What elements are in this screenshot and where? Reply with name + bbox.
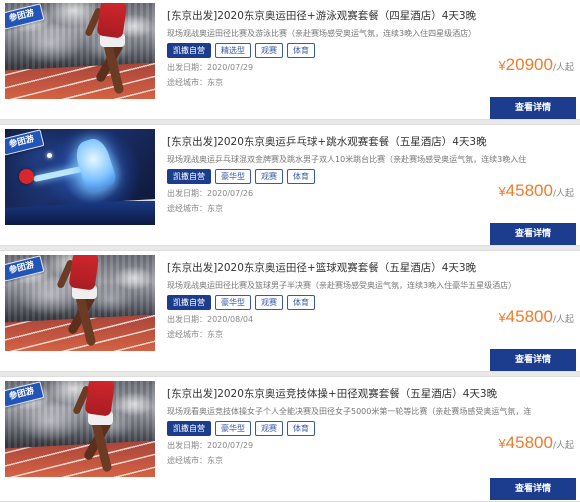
route-cities-label: 途经城市：	[167, 456, 207, 465]
package-list: 参团游 [东京出发]2020东京奥运田径+游泳观赛套餐（四星酒店）4天3晚 现场…	[0, 0, 580, 502]
price-unit: /人起	[552, 315, 574, 325]
currency-symbol: ¥	[498, 436, 506, 451]
package-description: 现场观战奥运乒乓球混双金牌赛及跳水男子双人10米跳台比赛（亲赴赛场感受奥运气氛，…	[167, 155, 527, 164]
table-tennis-player	[72, 135, 118, 193]
package-tags: 凯撒自营 豪华型 观赛 体育	[167, 421, 315, 436]
route-cities-value: 东京	[207, 204, 223, 213]
departure-date: 出发日期：2020/07/26	[167, 189, 253, 199]
group-tour-badge: 参团游	[5, 129, 44, 156]
player-arm	[32, 165, 84, 183]
route-cities-label: 途经城市：	[167, 204, 207, 213]
currency-symbol: ¥	[498, 58, 506, 73]
package-tags: 凯撒自营 豪华型 观赛 体育	[167, 295, 315, 310]
price: ¥45800/人起	[498, 307, 574, 327]
ball	[47, 153, 52, 158]
departure-date-value: 2020/07/29	[207, 63, 254, 72]
package-thumbnail[interactable]: 参团游	[5, 3, 155, 99]
price-value: 45800	[505, 433, 553, 452]
route-cities-value: 东京	[207, 456, 223, 465]
tag-tier: 豪华型	[215, 421, 251, 436]
departure-date: 出发日期：2020/07/29	[167, 63, 253, 73]
view-details-button[interactable]: 查看详情	[490, 478, 576, 500]
route-cities-value: 东京	[207, 78, 223, 87]
tag-sports: 体育	[287, 43, 315, 58]
price: ¥45800/人起	[498, 433, 574, 453]
view-details-button[interactable]: 查看详情	[490, 97, 576, 119]
tag-self-operated: 凯撒自营	[167, 169, 211, 184]
tag-tier: 精选型	[215, 43, 251, 58]
tag-sports: 体育	[287, 421, 315, 436]
package-thumbnail[interactable]: 参团游	[5, 381, 155, 477]
tag-self-operated: 凯撒自营	[167, 421, 211, 436]
price-value: 20900	[505, 55, 553, 74]
departure-date: 出发日期：2020/08/04	[167, 315, 253, 325]
package-thumbnail[interactable]: 参团游	[5, 129, 155, 225]
package-description: 现场观战奥运田径比赛及篮球男子半决赛（亲赴赛场感受奥运气氛，连续3晚入住豪华五星…	[167, 281, 517, 290]
departure-date-label: 出发日期：	[167, 441, 207, 450]
athlete-torso	[84, 381, 116, 417]
price: ¥45800/人起	[498, 181, 574, 201]
package-title[interactable]: [东京出发]2020东京奥运田径+篮球观赛套餐（五星酒店）4天3晚	[167, 262, 476, 275]
athlete-torso	[68, 255, 100, 291]
group-tour-badge: 参团游	[5, 381, 44, 408]
package-title[interactable]: [东京出发]2020东京奥运竞技体操+田径观赛套餐（五星酒店）4天3晚	[167, 388, 497, 401]
tag-self-operated: 凯撒自营	[167, 295, 211, 310]
package-tags: 凯撒自营 精选型 观赛 体育	[167, 43, 315, 58]
package-description: 现场观战奥运田径比赛及游泳比赛（亲赴赛场感受奥运气氛，连续3晚入住四星级酒店）	[167, 29, 477, 38]
view-details-button[interactable]: 查看详情	[490, 349, 576, 371]
package-description: 现场观看奥运竞技体操女子个人全能决赛及田径女子5000米第一轮等比赛（亲赴赛场感…	[167, 407, 532, 416]
route-cities: 途经城市：东京	[167, 330, 223, 340]
package-card: 参团游 [东京出发]2020东京奥运田径+篮球观赛套餐（五星酒店）4天3晚 现场…	[0, 250, 580, 372]
group-tour-badge: 参团游	[5, 255, 44, 282]
package-thumbnail[interactable]: 参团游	[5, 255, 155, 351]
athlete-torso	[96, 3, 128, 39]
view-details-button[interactable]: 查看详情	[490, 223, 576, 245]
currency-symbol: ¥	[498, 184, 506, 199]
price-unit: /人起	[552, 441, 574, 451]
tag-sports: 体育	[287, 169, 315, 184]
route-cities: 途经城市：东京	[167, 456, 223, 466]
price-unit: /人起	[552, 189, 574, 199]
package-card: 参团游 [东京出发]2020东京奥运竞技体操+田径观赛套餐（五星酒店）4天3晚 …	[0, 376, 580, 502]
tag-spectating: 观赛	[255, 295, 283, 310]
athlete-figure	[56, 255, 117, 351]
departure-date-value: 2020/07/29	[207, 441, 254, 450]
package-tags: 凯撒自营 豪华型 观赛 体育	[167, 169, 315, 184]
tag-spectating: 观赛	[255, 421, 283, 436]
route-cities-value: 东京	[207, 330, 223, 339]
tag-tier: 豪华型	[215, 295, 251, 310]
departure-date-label: 出发日期：	[167, 315, 207, 324]
package-title[interactable]: [东京出发]2020东京奥运田径+游泳观赛套餐（四星酒店）4天3晚	[167, 10, 476, 23]
route-cities: 途经城市：东京	[167, 78, 223, 88]
currency-symbol: ¥	[498, 310, 506, 325]
athlete-figure	[72, 381, 133, 477]
route-cities-label: 途经城市：	[167, 78, 207, 87]
price-value: 45800	[505, 307, 553, 326]
price: ¥20900/人起	[498, 55, 574, 75]
route-cities-label: 途经城市：	[167, 330, 207, 339]
tag-self-operated: 凯撒自营	[167, 43, 211, 58]
departure-date-label: 出发日期：	[167, 63, 207, 72]
package-card: 参团游 [东京出发]2020东京奥运乒乓球+跳水观赛套餐（五星酒店）4天3晚 现…	[0, 124, 580, 246]
table-tennis-table	[5, 199, 155, 225]
tag-sports: 体育	[287, 295, 315, 310]
price-value: 45800	[505, 181, 553, 200]
package-title[interactable]: [东京出发]2020东京奥运乒乓球+跳水观赛套餐（五星酒店）4天3晚	[167, 136, 487, 149]
departure-date: 出发日期：2020/07/29	[167, 441, 253, 451]
departure-date-value: 2020/07/26	[207, 189, 254, 198]
tag-tier: 豪华型	[215, 169, 251, 184]
tag-spectating: 观赛	[255, 43, 283, 58]
package-card: 参团游 [东京出发]2020东京奥运田径+游泳观赛套餐（四星酒店）4天3晚 现场…	[0, 0, 580, 120]
departure-date-label: 出发日期：	[167, 189, 207, 198]
athlete-figure	[84, 3, 145, 99]
tag-spectating: 观赛	[255, 169, 283, 184]
paddle	[19, 169, 34, 184]
route-cities: 途经城市：东京	[167, 204, 223, 214]
price-unit: /人起	[552, 63, 574, 73]
departure-date-value: 2020/08/04	[207, 315, 254, 324]
group-tour-badge: 参团游	[5, 3, 44, 30]
